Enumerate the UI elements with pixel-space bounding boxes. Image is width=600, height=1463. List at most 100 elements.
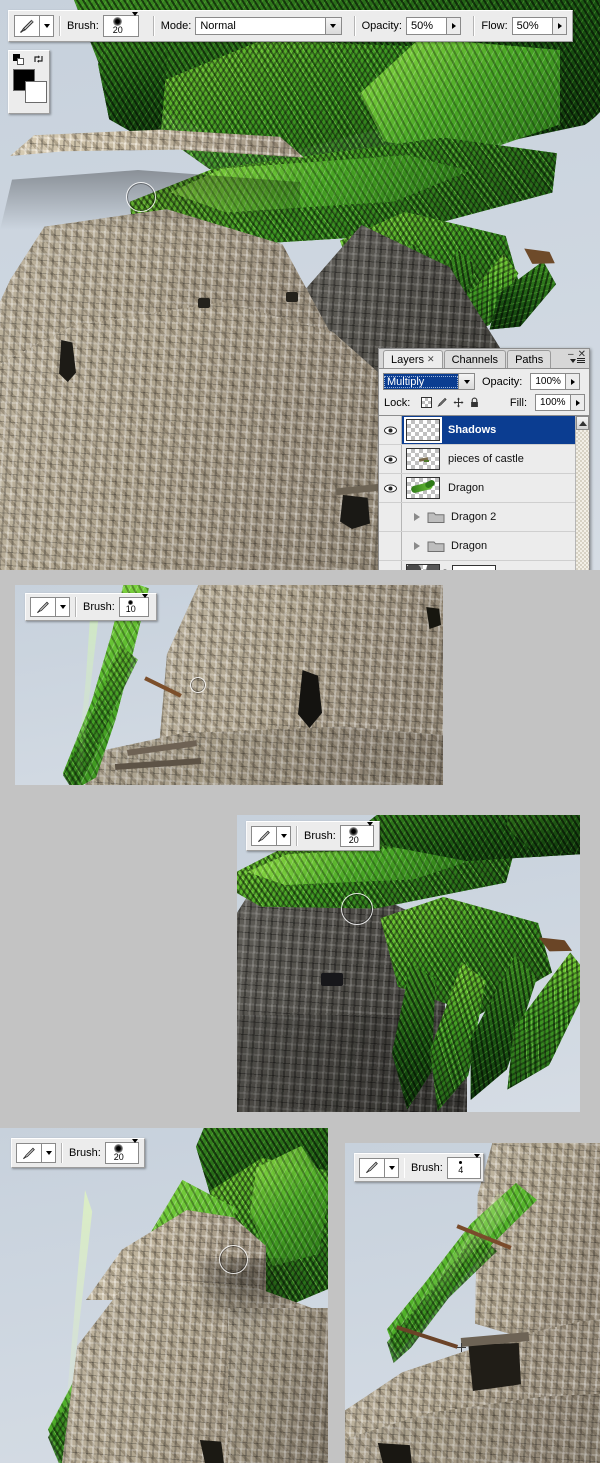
tool-preset-caret[interactable] xyxy=(56,598,69,616)
mode-select[interactable]: Normal xyxy=(195,17,342,35)
default-colors-icon[interactable] xyxy=(13,54,24,65)
brush-preset-picker[interactable]: 20 xyxy=(339,822,374,847)
visibility-toggle-dragon[interactable] xyxy=(379,474,402,502)
panel-menu-icon[interactable] xyxy=(570,358,585,363)
tab-channels[interactable]: Channels xyxy=(443,350,507,368)
tab-close-icon[interactable]: ✕ xyxy=(427,354,435,365)
background-color-swatch[interactable] xyxy=(25,81,47,103)
brush-tool-icon xyxy=(360,1158,384,1177)
brush-preset-caret[interactable] xyxy=(141,594,148,616)
layer-row-shadows[interactable]: Shadows xyxy=(379,416,589,445)
layers-palette[interactable]: Layers ✕ Channels Paths – ✕ Multiply Opa… xyxy=(378,348,590,570)
brush-preset-caret[interactable] xyxy=(131,12,138,36)
palette-tab-row[interactable]: Layers ✕ Channels Paths – ✕ xyxy=(379,349,589,369)
options-bar[interactable]: Brush: 20 xyxy=(246,821,380,851)
brush-preview: 10 xyxy=(119,598,142,616)
scroll-track[interactable] xyxy=(576,430,589,570)
tool-preset-picker[interactable] xyxy=(30,597,70,617)
layer-thumbnail-shadows[interactable] xyxy=(404,417,442,443)
lock-all-icon[interactable] xyxy=(469,397,480,408)
flow-slider-caret[interactable] xyxy=(552,18,566,34)
layer-row-dragon[interactable]: Dragon xyxy=(379,474,589,503)
options-bar[interactable]: Brush: 20 Mode: Normal Opacity: 50% Flow… xyxy=(8,10,573,42)
layer-mask-link-icon[interactable] xyxy=(440,569,450,570)
visibility-toggle-clouds1[interactable] xyxy=(379,561,402,570)
mode-dropdown-caret[interactable] xyxy=(324,18,341,34)
layer-name: Dragon 2 xyxy=(451,511,497,523)
layer-list-scrollbar[interactable] xyxy=(575,416,589,570)
layer-mask-thumbnail-clouds1[interactable] xyxy=(452,564,496,570)
fill-caret[interactable] xyxy=(570,395,584,410)
layer-thumbnail-pieces-of-castle[interactable] xyxy=(406,448,440,470)
blend-mode-caret[interactable] xyxy=(458,374,474,389)
visibility-toggle-dragon-group[interactable] xyxy=(379,532,402,560)
mode-value: Normal xyxy=(200,20,236,32)
lock-position-icon[interactable] xyxy=(453,397,464,408)
brush-preset-picker[interactable]: 20 xyxy=(104,1139,139,1164)
tool-preset-picker[interactable] xyxy=(359,1157,399,1178)
brush-preset-picker[interactable]: 20 xyxy=(102,12,139,37)
brush-preset-picker[interactable]: 4 xyxy=(446,1153,481,1179)
toolbar-separator-2 xyxy=(152,16,155,36)
canvas-detail-2[interactable]: Brush: 20 xyxy=(237,815,580,1112)
tool-preset-caret[interactable] xyxy=(277,827,290,845)
blend-mode-select[interactable]: Multiply xyxy=(383,373,475,390)
layer-row-dragon-2-group[interactable]: Dragon 2 xyxy=(379,503,589,532)
group-expand-arrow-icon[interactable] xyxy=(414,513,420,521)
layers-opacity-field[interactable]: 100% xyxy=(530,373,581,390)
brush-preview: 4 xyxy=(447,1157,474,1178)
brush-preset-caret[interactable] xyxy=(473,1153,480,1178)
toolbar-separator xyxy=(296,826,298,846)
tab-paths[interactable]: Paths xyxy=(507,350,552,368)
options-bar[interactable]: Brush: 10 xyxy=(25,593,157,621)
layer-list[interactable]: Shadows pieces of castle Dragon Dragon 2… xyxy=(379,415,589,570)
visibility-toggle-dragon-2[interactable] xyxy=(379,503,402,531)
tool-preset-caret[interactable] xyxy=(385,1158,398,1177)
canvas-detail-1[interactable]: Brush: 10 xyxy=(15,585,443,785)
canvas-main[interactable]: Brush: 20 Mode: Normal Opacity: 50% Flow… xyxy=(0,0,600,570)
precise-brush-cursor xyxy=(457,1343,466,1352)
swap-colors-icon[interactable] xyxy=(33,53,45,65)
lock-image-pixels-icon[interactable] xyxy=(437,397,448,408)
fill-field[interactable]: 100% xyxy=(535,394,585,411)
flow-field[interactable]: 50% xyxy=(511,17,567,35)
options-bar[interactable]: Brush: 20 xyxy=(11,1138,145,1168)
visibility-toggle-pieces-of-castle[interactable] xyxy=(379,445,402,473)
layer-thumbnail-dragon[interactable] xyxy=(406,477,440,499)
options-bar[interactable]: Brush: 4 xyxy=(354,1153,484,1182)
tab-layers[interactable]: Layers ✕ xyxy=(383,350,443,368)
castle-window xyxy=(321,973,343,986)
brush-preset-picker[interactable]: 10 xyxy=(118,594,149,617)
flow-value: 50% xyxy=(516,20,539,32)
canvas-detail-3[interactable]: Brush: 20 xyxy=(0,1128,328,1463)
brush-size-value: 20 xyxy=(113,1152,124,1162)
tool-preset-picker[interactable] xyxy=(14,15,54,37)
scroll-up-arrow-icon[interactable] xyxy=(576,416,589,430)
tool-preset-caret[interactable] xyxy=(40,16,53,36)
tab-layers-label: Layers xyxy=(391,353,425,366)
group-expand-arrow-icon[interactable] xyxy=(414,542,420,550)
visibility-toggle-shadows[interactable] xyxy=(379,416,402,444)
lock-transparent-pixels-icon[interactable] xyxy=(421,397,433,408)
tool-preset-picker[interactable] xyxy=(16,1143,56,1163)
brush-preset-caret[interactable] xyxy=(366,822,373,846)
brush-label: Brush: xyxy=(83,601,115,613)
layer-row-clouds1[interactable]: Clouds1 xyxy=(379,561,589,570)
opacity-field[interactable]: 50% xyxy=(405,17,462,35)
toolbar-separator xyxy=(404,1157,405,1178)
brush-preset-caret[interactable] xyxy=(131,1139,138,1163)
tool-preset-caret[interactable] xyxy=(42,1144,55,1162)
layer-row-dragon-group[interactable]: Dragon xyxy=(379,532,589,561)
layer-thumbnail-clouds1[interactable] xyxy=(406,564,440,570)
flow-label: Flow: xyxy=(481,20,508,32)
color-swatch-widget[interactable] xyxy=(8,50,50,114)
layer-row-pieces-of-castle[interactable]: pieces of castle xyxy=(379,445,589,474)
lock-row[interactable]: Lock: Fill: 100% xyxy=(379,393,589,415)
canvas-detail-4[interactable]: Brush: 4 xyxy=(345,1143,600,1463)
fill-value: 100% xyxy=(540,397,566,408)
tool-preset-picker[interactable] xyxy=(251,826,291,846)
opacity-slider-caret[interactable] xyxy=(446,18,461,34)
blend-mode-row[interactable]: Multiply Opacity: 100% xyxy=(379,369,589,393)
layers-opacity-caret[interactable] xyxy=(565,374,580,389)
lock-icon-group[interactable] xyxy=(421,397,480,408)
